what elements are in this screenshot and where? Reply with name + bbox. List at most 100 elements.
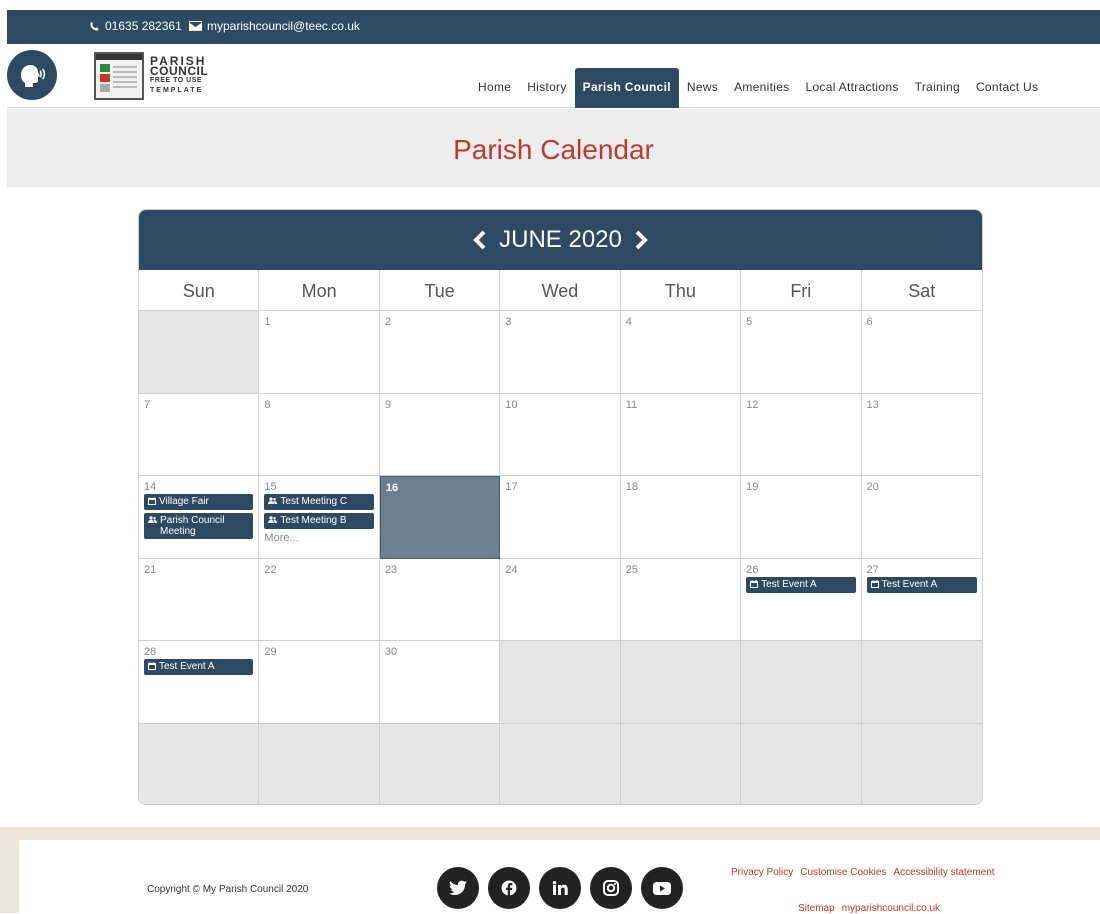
day-number: 14 bbox=[144, 481, 157, 494]
calendar-week-row: 7 8 9 10 11 12 13 bbox=[139, 393, 982, 477]
more-events-link[interactable]: More... bbox=[264, 532, 373, 544]
nav-item-training[interactable]: Training bbox=[907, 68, 968, 108]
calendar-day-cell[interactable]: 28 Test Event A bbox=[139, 641, 260, 724]
day-number: 8 bbox=[264, 398, 271, 411]
day-number: 18 bbox=[625, 481, 638, 494]
nav-item-amenities[interactable]: Amenities bbox=[726, 68, 797, 108]
sitemap-link[interactable]: Sitemap bbox=[798, 903, 835, 914]
calendar-day-cell[interactable]: 17 bbox=[500, 476, 621, 559]
logo-graphic bbox=[94, 52, 144, 100]
calendar-day-cell[interactable]: 19 bbox=[741, 476, 862, 559]
calendar-icon bbox=[870, 579, 879, 591]
calendar-icon bbox=[750, 579, 759, 591]
twitter-button[interactable] bbox=[437, 867, 479, 909]
calendar-day-cell[interactable]: 5 bbox=[741, 311, 862, 394]
day-number: 27 bbox=[866, 563, 879, 576]
calendar-day-cell[interactable]: 10 bbox=[500, 393, 621, 477]
chevron-left-icon bbox=[473, 230, 486, 250]
day-number: 1 bbox=[264, 316, 271, 328]
dow-wed: Wed bbox=[500, 270, 621, 311]
calendar-empty-cell bbox=[500, 723, 621, 804]
chevron-right-icon bbox=[635, 230, 648, 250]
email-contact[interactable]: myparishcouncil@teec.co.uk bbox=[189, 19, 360, 33]
calendar-day-cell[interactable]: 9 bbox=[379, 393, 501, 477]
instagram-button[interactable] bbox=[590, 867, 632, 909]
previous-month-button[interactable] bbox=[473, 230, 487, 250]
calendar-day-cell[interactable]: 22 bbox=[259, 558, 380, 642]
calendar-day-cell[interactable]: 11 bbox=[620, 393, 742, 477]
calendar-day-cell[interactable]: 2 bbox=[379, 311, 501, 394]
calendar-day-cell[interactable]: 1 bbox=[259, 311, 380, 394]
event-title: Test Meeting C bbox=[280, 496, 348, 508]
calendar-empty-cell bbox=[379, 723, 501, 804]
privacy-policy-link[interactable]: Privacy Policy bbox=[731, 867, 793, 878]
text-to-speech-button[interactable] bbox=[7, 50, 57, 100]
nav-item-history[interactable]: History bbox=[519, 68, 574, 108]
nav-item-contact-us[interactable]: Contact Us bbox=[968, 68, 1046, 108]
calendar-day-cell[interactable]: 8 bbox=[259, 393, 380, 477]
nav-item-local-attractions[interactable]: Local Attractions bbox=[797, 68, 906, 108]
calendar-day-cell[interactable]: 30 bbox=[379, 641, 501, 724]
site-home-link[interactable]: myparishcouncil.co.uk bbox=[842, 903, 940, 914]
day-number: 5 bbox=[746, 316, 753, 328]
calendar-day-cell[interactable]: 26 Test Event A bbox=[741, 558, 862, 642]
phone-contact[interactable]: 01635 282361 bbox=[89, 19, 182, 33]
calendar-day-cell[interactable]: 24 bbox=[500, 558, 621, 642]
envelope-icon bbox=[189, 21, 202, 31]
calendar-day-cell[interactable]: 14 Village Fair Parish Council Meeting bbox=[139, 476, 260, 559]
calendar-day-cell[interactable]: 20 bbox=[861, 476, 982, 559]
dow-fri: Fri bbox=[741, 270, 862, 311]
calendar-week-row: 14 Village Fair Parish Council Meeting 15 Te… bbox=[139, 476, 982, 559]
calendar-day-cell[interactable]: 23 bbox=[379, 558, 501, 642]
calendar-day-cell[interactable]: 12 bbox=[741, 393, 862, 477]
calendar-day-cell[interactable]: 3 bbox=[500, 311, 621, 394]
nav-item-news[interactable]: News bbox=[679, 68, 726, 108]
calendar-event[interactable]: Test Event A bbox=[746, 576, 856, 593]
customise-cookies-link[interactable]: Customise Cookies bbox=[800, 867, 886, 878]
linkedin-button[interactable] bbox=[539, 867, 581, 909]
dow-tue: Tue bbox=[379, 270, 501, 311]
calendar-icon bbox=[148, 496, 156, 508]
calendar-day-cell[interactable]: 27 Test Event A bbox=[861, 559, 982, 642]
main-navigation: Home History Parish Council News Ameniti… bbox=[470, 68, 1046, 108]
phone-icon bbox=[90, 21, 99, 31]
youtube-button[interactable] bbox=[641, 867, 683, 909]
day-number: 17 bbox=[505, 481, 518, 494]
calendar-month-label: JUNE 2020 bbox=[499, 226, 622, 253]
calendar-day-cell[interactable]: 18 bbox=[620, 476, 742, 559]
dow-thu: Thu bbox=[620, 270, 742, 311]
calendar-event[interactable]: Test Event A bbox=[144, 659, 254, 676]
facebook-button[interactable] bbox=[488, 867, 530, 909]
calendar-icon bbox=[148, 661, 156, 673]
calendar-event[interactable]: Test Meeting B bbox=[264, 513, 374, 530]
calendar-event[interactable]: Parish Council Meeting bbox=[144, 513, 254, 540]
nav-item-parish-council[interactable]: Parish Council bbox=[574, 68, 679, 108]
calendar-grid: 1 2 3 4 5 6 7 8 9 10 11 12 13 14 Village Fair Parish Co… bbox=[139, 311, 982, 804]
logo-line-3: FREE TO USE bbox=[150, 77, 203, 84]
calendar-event[interactable]: Test Meeting C bbox=[264, 494, 374, 511]
calendar-event[interactable]: Village Fair bbox=[144, 494, 254, 511]
event-title: Test Event A bbox=[761, 578, 817, 590]
calendar-day-cell[interactable]: 25 bbox=[620, 558, 742, 642]
calendar-day-cell[interactable]: 15 Test Meeting C Test Meeting B More... bbox=[259, 476, 380, 559]
calendar-empty-cell bbox=[620, 723, 742, 804]
site-logo[interactable]: PARISH COUNCIL FREE TO USE TEMPLATE bbox=[94, 52, 208, 100]
calendar-event[interactable]: Test Event A bbox=[866, 576, 977, 593]
linkedin-icon bbox=[552, 881, 568, 895]
calendar-day-cell[interactable]: 6 bbox=[861, 311, 982, 394]
calendar-day-cell[interactable]: 7 bbox=[139, 393, 260, 477]
accessibility-statement-link[interactable]: Accessibility statement bbox=[893, 867, 994, 878]
nav-item-home[interactable]: Home bbox=[470, 68, 519, 108]
calendar-day-cell[interactable]: 29 bbox=[259, 641, 380, 724]
day-number: 21 bbox=[144, 563, 157, 576]
calendar-day-cell[interactable]: 13 bbox=[861, 394, 982, 477]
day-number: 10 bbox=[505, 398, 518, 411]
calendar-empty-cell bbox=[500, 641, 621, 724]
logo-line-2: COUNCIL bbox=[150, 64, 209, 78]
calendar-empty-cell bbox=[741, 723, 862, 804]
next-month-button[interactable] bbox=[634, 230, 648, 250]
day-number: 25 bbox=[625, 563, 638, 576]
calendar-day-cell[interactable]: 21 bbox=[139, 558, 260, 642]
calendar-day-cell[interactable]: 4 bbox=[620, 311, 742, 394]
calendar-day-cell[interactable]: 16 bbox=[379, 476, 501, 559]
